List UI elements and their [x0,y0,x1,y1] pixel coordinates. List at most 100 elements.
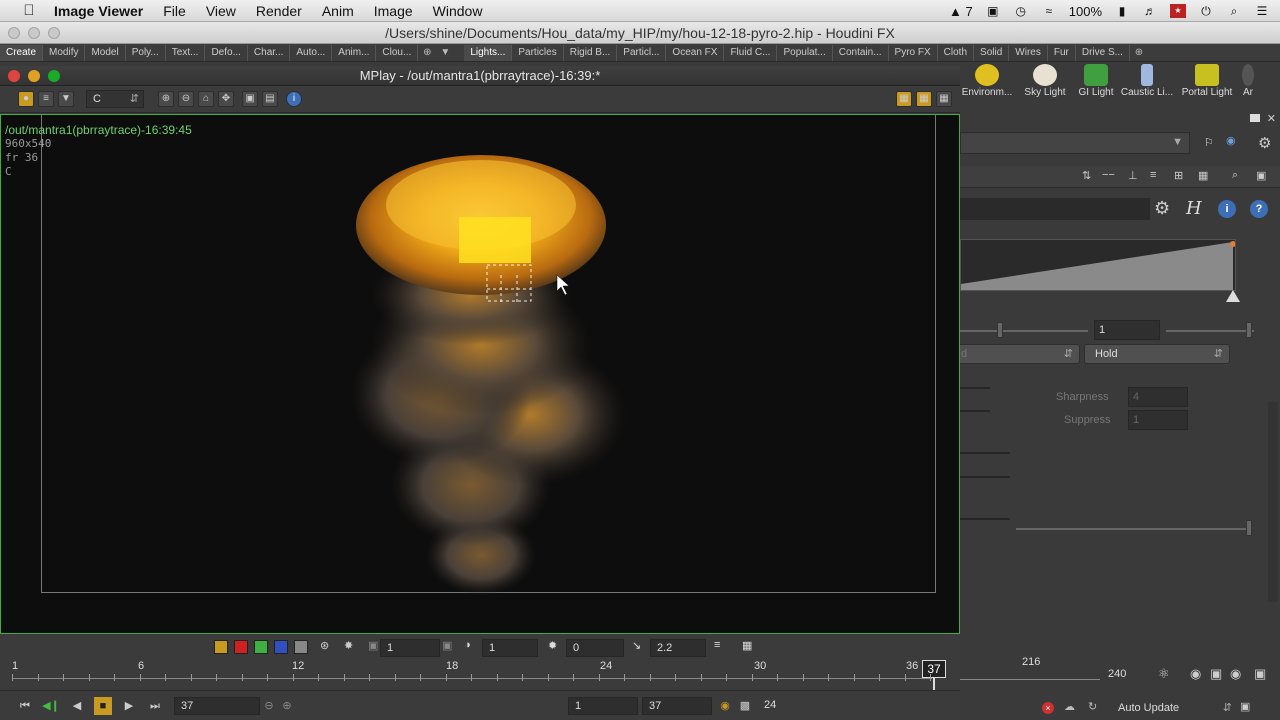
shelf-tab-rigid-bodies[interactable]: Rigid B... [564,44,618,61]
sharpness-field[interactable]: 4 [1128,387,1188,407]
lut-icon[interactable]: ≡ [714,639,720,651]
playhead[interactable] [933,678,935,690]
left-field[interactable] [960,387,990,389]
histogram-icon[interactable]: ▦ [742,639,752,652]
tool-portal-light[interactable]: Portal Light [1176,62,1238,102]
shelf-tab-modify[interactable]: Modify [43,44,86,61]
shelf-tab-populate[interactable]: Populat... [777,44,833,61]
cache-icon[interactable]: ▣ [1210,666,1222,682]
tool-gi-light[interactable]: GI Light [1074,62,1118,102]
param-field[interactable] [960,476,1010,478]
start-frame-field[interactable]: 1 [568,697,638,715]
home-icon[interactable]: ⌂ [198,91,214,107]
add-shelf-right-icon[interactable]: ⊕ [1130,47,1148,58]
realtime-icon[interactable]: ◉ [716,697,734,715]
zoom-in-icon[interactable]: ⊕ [158,91,174,107]
view-mode-1-icon[interactable]: ▦ [896,91,912,107]
frame-decrement-icon[interactable]: ⊖ [260,697,278,715]
param-field[interactable] [960,452,1010,454]
channel-dropdown[interactable]: C ⇵ [86,90,144,108]
ramp-value-slider[interactable] [1166,330,1254,332]
shelf-tab-particle-fluids[interactable]: Particl... [617,44,667,61]
ramp-value-field[interactable]: 1 [1094,320,1160,340]
shelf-tab-create[interactable]: Create [0,44,44,61]
slider-handle[interactable] [1246,520,1252,536]
wifi-icon[interactable]: ≈ [1041,4,1057,18]
zoom-window-button[interactable] [48,27,60,39]
suppress-field[interactable]: 1 [1128,410,1188,430]
display-icon[interactable]: ▣ [1240,700,1250,713]
current-frame-field[interactable]: 37 [174,697,260,715]
shelf-tab-deform[interactable]: Defo... [205,44,248,61]
tool-environment-light[interactable]: Environm... [958,62,1016,102]
dash-icon[interactable]: −− [1102,169,1115,181]
view-mode-3-icon[interactable]: ▦ [936,91,952,107]
menu-file[interactable]: File [163,3,186,19]
info-icon[interactable]: i [286,91,302,107]
sparkle-icon[interactable]: ✸ [344,639,353,652]
ramp-position-slider[interactable] [960,330,1088,332]
snap-icon[interactable]: ⊥ [1128,169,1138,182]
fps-icon[interactable]: ▩ [736,697,754,715]
apple-menu-icon[interactable]:  [18,2,40,19]
houdini-help-h-icon[interactable]: H [1186,198,1202,219]
alpha-channel-icon[interactable] [294,640,308,654]
region-icon[interactable]: ▤ [262,91,278,107]
timeline-ruler[interactable] [960,670,1100,680]
interp-dropdown[interactable]: d ⇵ [950,344,1080,364]
crop-icon[interactable]: ▣ [242,91,258,107]
update-mode-dropdown[interactable]: Auto Update ⇵ [1106,699,1234,717]
ramp-key-marker[interactable] [1226,290,1240,302]
slider-handle[interactable] [997,322,1003,338]
end-frame-field[interactable]: 37 [642,697,712,715]
shelf-tab-model[interactable]: Model [85,44,126,61]
slider-handle[interactable] [1246,322,1252,338]
zoom-icon[interactable]: ⌕ [1232,169,1238,182]
menu-window[interactable]: Window [433,3,483,19]
shelf-tab-poly[interactable]: Poly... [126,44,166,61]
audio-icon[interactable]: ◉ [1230,666,1241,682]
toggle-icon[interactable]: ≡ [38,91,54,107]
pane-close-icon[interactable]: ✕ [1267,112,1276,125]
shelf-menu-icon[interactable]: ▼ [436,47,454,58]
sync-icon[interactable]: ↻ [1088,700,1097,713]
shelf-tab-pyro-fx[interactable]: Pyro FX [889,44,938,61]
camera-snapshot-icon[interactable]: ▣ [1256,169,1266,182]
grid-icon[interactable]: ▦ [1198,169,1208,182]
rgb-channel-icon[interactable] [214,640,228,654]
menu-view[interactable]: View [206,3,236,19]
close-button[interactable] [8,70,20,82]
shelf-tab-container[interactable]: Contain... [833,44,889,61]
spotlight-search-icon[interactable]: ⌕ [1226,4,1242,18]
link-icon[interactable]: ◉ [1226,134,1236,147]
shelf-tab-drive-simulation[interactable]: Drive S... [1076,44,1130,61]
gamma-icon[interactable]: ↘ [632,639,641,652]
align-icon[interactable]: ⇅ [1082,169,1091,182]
frame-icon[interactable]: ✥ [218,91,234,107]
layer-field[interactable]: 1 [380,639,440,657]
notification-center-icon[interactable]: ☰ [1254,4,1270,18]
add-shelf-icon[interactable]: ⊕ [418,47,436,58]
hold-dropdown[interactable]: Hold ⇵ [1084,344,1230,364]
layer-icon[interactable]: ▣ [368,639,378,652]
realtime-icon[interactable]: ◉ [1190,666,1201,682]
gamma-field[interactable]: 2.2 [650,639,706,657]
frame-increment-icon[interactable]: ⊕ [278,697,296,715]
gear-icon[interactable]: ⚙ [1154,198,1170,219]
blue-channel-icon[interactable] [274,640,288,654]
camera-icon[interactable]: ▣ [985,4,1001,18]
shelf-tab-cloud[interactable]: Clou... [376,44,419,61]
end-frame-field[interactable]: 240 [1108,668,1126,680]
param-slider[interactable] [1016,528,1250,530]
info-icon[interactable]: i [1218,200,1236,218]
color-correct-icon[interactable]: ▼ [58,91,74,107]
battery-percent[interactable]: 100% [1069,4,1102,19]
shelf-tab-lights[interactable]: Lights... [464,44,513,61]
settings-icon[interactable]: ▣ [1254,666,1266,682]
tool-sky-light[interactable]: Sky Light [1016,62,1074,102]
tool-area-light[interactable]: Ar [1238,62,1258,102]
minimize-window-button[interactable] [28,27,40,39]
red-channel-icon[interactable] [234,640,248,654]
view-mode-2-icon[interactable]: ▦ [916,91,932,107]
mplay-timeline[interactable]: 1 6 12 18 24 30 36 37 [0,660,960,690]
